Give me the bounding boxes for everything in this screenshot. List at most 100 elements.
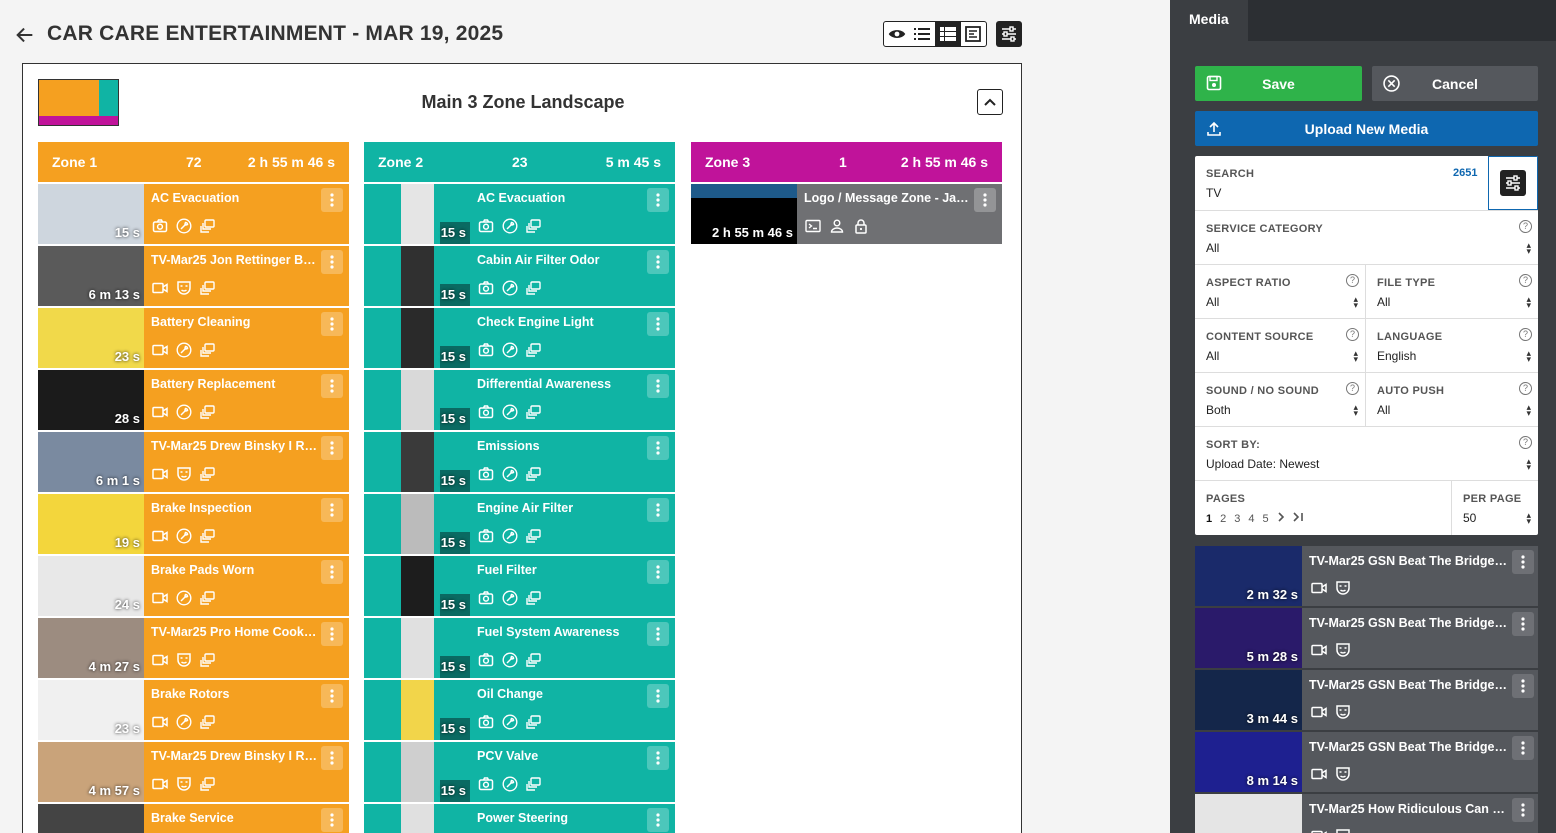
media-menu-button[interactable] [1512, 674, 1534, 698]
file-type-select[interactable]: FILE TYPE All ? ▴ ▾ [1366, 265, 1538, 319]
playlist-item[interactable]: 6 m 1 s TV-Mar25 Drew Binsky I Rank... [38, 432, 349, 492]
per-page-select[interactable]: PER PAGE 50 ▴ ▾ [1452, 481, 1538, 535]
help-icon[interactable]: ? [1519, 328, 1532, 341]
sound-select[interactable]: SOUND / NO SOUND Both ? ▴ ▾ [1195, 373, 1366, 427]
auto-push-select[interactable]: AUTO PUSH All ? ▴ ▾ [1366, 373, 1538, 427]
item-menu-button[interactable] [321, 560, 343, 584]
playlist-item[interactable]: 19 s Brake Inspection [38, 494, 349, 554]
search-input[interactable]: TV [1206, 186, 1221, 200]
item-menu-button[interactable] [647, 498, 669, 522]
language-select[interactable]: LANGUAGE English ? ▴ ▾ [1366, 319, 1538, 373]
playlist-item[interactable]: Power Steering [364, 804, 675, 833]
page-link[interactable]: 4 [1248, 513, 1254, 525]
media-library-item[interactable]: 8 m 14 s TV-Mar25 GSN Beat The Bridge - 1… [1195, 732, 1538, 792]
playlist-item[interactable]: 4 m 57 s TV-Mar25 Drew Binsky I Rank... [38, 742, 349, 802]
document-icon[interactable] [961, 22, 987, 46]
sort-by-select[interactable]: SORT BY: Upload Date: Newest ? ▴ ▾ [1195, 427, 1538, 481]
help-icon[interactable]: ? [1346, 274, 1359, 287]
item-menu-button[interactable] [321, 374, 343, 398]
item-menu-button[interactable] [321, 250, 343, 274]
playlist-item[interactable]: 15 s Fuel Filter [364, 556, 675, 616]
save-button[interactable]: Save [1195, 66, 1362, 101]
playlist-item[interactable]: 15 s Engine Air Filter [364, 494, 675, 554]
list-icon[interactable] [910, 22, 936, 46]
tab-media[interactable]: Media [1170, 0, 1248, 41]
item-menu-button[interactable] [647, 622, 669, 646]
page-link[interactable]: 3 [1234, 513, 1240, 525]
item-menu-button[interactable] [974, 188, 996, 212]
content-source-select[interactable]: CONTENT SOURCE All ? ▴ ▾ [1195, 319, 1366, 373]
playlist-item[interactable]: 15 s Check Engine Light [364, 308, 675, 368]
help-icon[interactable]: ? [1519, 436, 1532, 449]
zone-header[interactable]: Zone 1 72 2 h 55 m 46 s [38, 142, 349, 182]
media-library-item[interactable]: 5 m 28 s TV-Mar25 GSN Beat The Bridge - 1… [1195, 608, 1538, 668]
item-menu-button[interactable] [647, 374, 669, 398]
playlist-item[interactable]: 15 s Oil Change [364, 680, 675, 740]
playlist-item[interactable]: 23 s Battery Cleaning [38, 308, 349, 368]
playlist-item[interactable]: 15 s Fuel System Awareness [364, 618, 675, 678]
detailed-list-icon[interactable] [935, 22, 961, 46]
aspect-ratio-select[interactable]: ASPECT RATIO All ? ▴ ▾ [1195, 265, 1366, 319]
media-menu-button[interactable] [1512, 736, 1534, 760]
help-icon[interactable]: ? [1346, 382, 1359, 395]
item-menu-button[interactable] [647, 808, 669, 832]
copy-icon [200, 714, 216, 735]
item-menu-button[interactable] [647, 436, 669, 460]
item-menu-button[interactable] [647, 250, 669, 274]
item-menu-button[interactable] [321, 498, 343, 522]
page-link[interactable]: 1 [1206, 513, 1212, 525]
help-icon[interactable]: ? [1346, 328, 1359, 341]
item-menu-button[interactable] [647, 312, 669, 336]
item-menu-button[interactable] [647, 560, 669, 584]
playlist-item[interactable]: 6 m 13 s TV-Mar25 Jon Rettinger Bud... [38, 246, 349, 306]
media-menu-button[interactable] [1512, 798, 1534, 822]
media-library-item[interactable]: 2 m 32 s TV-Mar25 GSN Beat The Bridge - 1… [1195, 546, 1538, 606]
page-link[interactable]: 5 [1263, 513, 1269, 525]
playlist-item[interactable]: 15 s Emissions [364, 432, 675, 492]
item-duration: 15 s [440, 411, 466, 426]
item-menu-button[interactable] [321, 746, 343, 770]
playlist-item[interactable]: 2 h 55 m 46 s Logo / Message Zone - Jan 1… [691, 184, 1002, 244]
help-icon[interactable]: ? [1519, 274, 1532, 287]
playlist-item[interactable]: 4 m 27 s TV-Mar25 Pro Home Cooks ... [38, 618, 349, 678]
item-menu-button[interactable] [321, 188, 343, 212]
item-menu-button[interactable] [321, 684, 343, 708]
help-icon[interactable]: ? [1519, 382, 1532, 395]
media-menu-button[interactable] [1512, 550, 1534, 574]
item-menu-button[interactable] [321, 622, 343, 646]
playlist-item[interactable]: 15 s PCV Valve [364, 742, 675, 802]
item-menu-button[interactable] [321, 808, 343, 832]
next-page-icon[interactable] [1277, 512, 1285, 525]
settings-sliders-button[interactable] [996, 21, 1022, 47]
playlist-item[interactable]: 28 s Battery Replacement [38, 370, 349, 430]
page-link[interactable]: 2 [1220, 513, 1226, 525]
collapse-button[interactable] [977, 89, 1003, 115]
playlist-item[interactable]: Brake Service [38, 804, 349, 833]
eye-icon[interactable] [884, 22, 910, 46]
media-menu-button[interactable] [1512, 612, 1534, 636]
item-menu-button[interactable] [647, 746, 669, 770]
playlist-item[interactable]: 23 s Brake Rotors [38, 680, 349, 740]
playlist-item[interactable]: 15 s Differential Awareness [364, 370, 675, 430]
playlist-item[interactable]: 15 s Cabin Air Filter Odor [364, 246, 675, 306]
playlist-item[interactable]: 15 s AC Evacuation [364, 184, 675, 244]
media-thumbnail: 15 s [364, 742, 470, 802]
playlist-item[interactable]: 15 s AC Evacuation [38, 184, 349, 244]
back-arrow-icon[interactable] [14, 24, 36, 46]
item-menu-button[interactable] [647, 684, 669, 708]
media-library-item[interactable]: 3 m 44 s TV-Mar25 GSN Beat The Bridge - 1… [1195, 670, 1538, 730]
filter-toggle-button[interactable] [1488, 156, 1538, 210]
item-menu-button[interactable] [321, 436, 343, 460]
media-library-item[interactable]: TV-Mar25 How Ridiculous Can flex ... [1195, 794, 1538, 833]
last-page-icon[interactable] [1293, 512, 1304, 525]
item-menu-button[interactable] [647, 188, 669, 212]
playlist-item[interactable]: 24 s Brake Pads Worn [38, 556, 349, 616]
upload-media-button[interactable]: Upload New Media [1195, 111, 1538, 146]
cancel-button[interactable]: Cancel [1372, 66, 1538, 101]
zone-header[interactable]: Zone 3 1 2 h 55 m 46 s [691, 142, 1002, 182]
help-icon[interactable]: ? [1519, 220, 1532, 233]
zone-header[interactable]: Zone 2 23 5 m 45 s [364, 142, 675, 182]
service-category-select[interactable]: SERVICE CATEGORY All ? ▴ ▾ [1195, 211, 1538, 265]
item-menu-button[interactable] [321, 312, 343, 336]
search-field[interactable]: SEARCH 2651 TV [1195, 156, 1488, 210]
